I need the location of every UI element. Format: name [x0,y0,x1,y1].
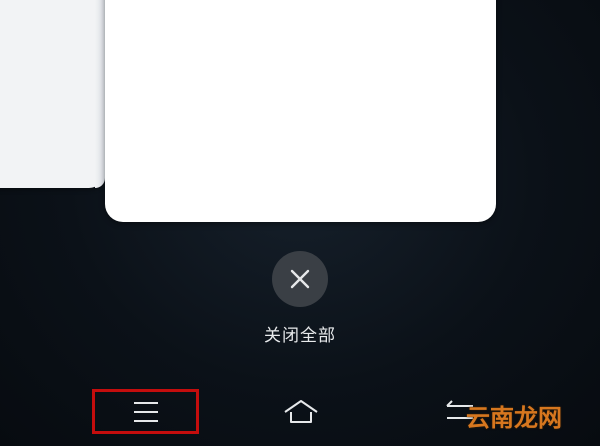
home-icon [284,400,318,423]
recent-app-card-left[interactable] [0,0,105,188]
recent-app-card-main[interactable] [105,0,496,222]
close-icon [290,269,310,289]
home-button[interactable] [278,394,324,430]
card-edge [95,0,105,188]
menu-button[interactable] [92,389,199,434]
watermark-logo: 云南龙网 [466,404,562,432]
close-all-button[interactable] [272,251,328,307]
menu-icon [133,401,158,422]
close-all-label: 关闭全部 [264,326,336,346]
